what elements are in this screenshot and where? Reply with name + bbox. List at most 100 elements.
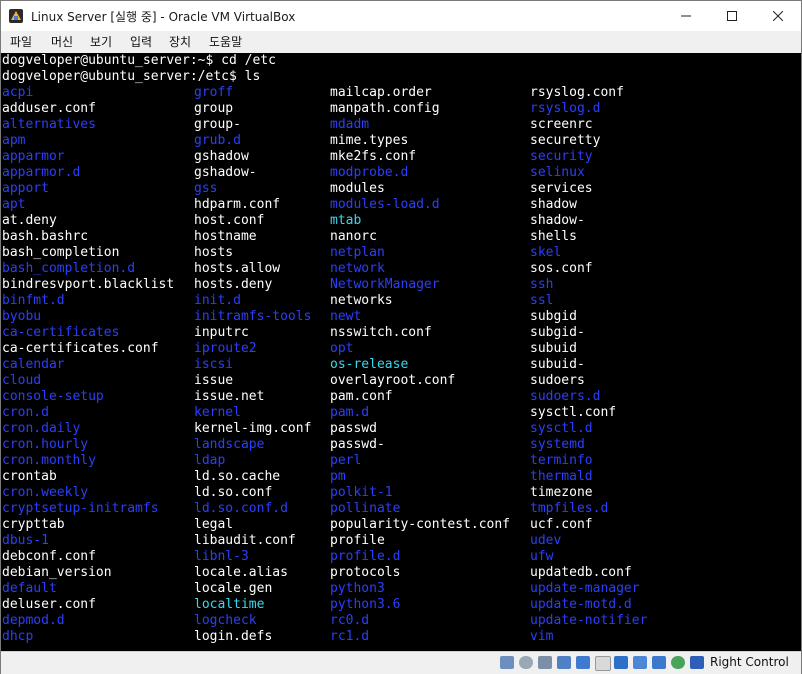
- ls-entry: grub.d: [194, 133, 241, 148]
- ls-entry: init.d: [194, 293, 241, 308]
- ls-entry: cron.d: [2, 405, 49, 420]
- network-icon[interactable]: [557, 656, 571, 669]
- ls-entry: kernel: [194, 405, 241, 420]
- ls-entry: dhcp: [2, 629, 34, 644]
- ls-entry: bash_completion: [2, 245, 120, 260]
- ls-entry: timezone: [530, 485, 593, 500]
- ls-entry: sos.conf: [530, 261, 593, 276]
- ls-entry: mtab: [330, 213, 362, 228]
- virtualbox-window: Linux Server [실행 중] - Oracle VM VirtualB…: [0, 0, 802, 674]
- ls-entry: subuid-: [530, 357, 585, 372]
- ls-entry: terminfo: [530, 453, 593, 468]
- ls-entry: logcheck: [194, 613, 257, 628]
- usb-icon[interactable]: [576, 656, 590, 669]
- ls-entry: modprobe.d: [330, 165, 409, 180]
- virtualization-icon[interactable]: [671, 656, 685, 669]
- ls-entry: vim: [530, 629, 554, 644]
- menu-devices[interactable]: 장치: [169, 33, 191, 50]
- ls-entry: modules: [330, 181, 385, 196]
- recording-icon[interactable]: [652, 656, 666, 669]
- ls-entry: NetworkManager: [330, 277, 440, 292]
- ls-entry: network: [330, 261, 385, 276]
- ls-entry: os-release: [330, 357, 409, 372]
- ls-entry: sudoers.d: [530, 389, 601, 404]
- ls-entry: default: [2, 581, 57, 596]
- ls-entry: apparmor.d: [2, 165, 81, 180]
- vm-console-screen[interactable]: dogveloper@ubuntu_server:~$ cd /etc dogv…: [1, 53, 801, 651]
- ls-entry: pm: [330, 469, 346, 484]
- close-button[interactable]: [755, 1, 801, 31]
- title-bar[interactable]: Linux Server [실행 중] - Oracle VM VirtualB…: [1, 1, 801, 31]
- ls-entry: debian_version: [2, 565, 112, 580]
- ls-entry: protocols: [330, 565, 401, 580]
- ls-entry: mke2fs.conf: [330, 149, 417, 164]
- ls-entry: subuid: [530, 341, 577, 356]
- ls-entry: cron.monthly: [2, 453, 96, 468]
- minimize-button[interactable]: [663, 1, 709, 31]
- hard-disk-icon[interactable]: [500, 656, 514, 669]
- ls-entry: libaudit.conf: [194, 533, 296, 548]
- optical-drive-icon[interactable]: [519, 656, 533, 669]
- mouse-integration-icon[interactable]: [690, 656, 704, 669]
- ls-entry: mailcap.order: [330, 85, 432, 100]
- ls-entry: pam.d: [330, 405, 370, 420]
- ls-entry: shadow: [530, 197, 577, 212]
- maximize-button[interactable]: [709, 1, 755, 31]
- ls-entry: python3: [330, 581, 385, 596]
- ls-entry: libnl-3: [194, 549, 249, 564]
- ls-entry: ucf.conf: [530, 517, 593, 532]
- ls-entry: tmpfiles.d: [530, 501, 609, 516]
- ls-entry: nsswitch.conf: [330, 325, 432, 340]
- ls-entry: skel: [530, 245, 562, 260]
- ls-entry: apt: [2, 197, 26, 212]
- ls-entry: apm: [2, 133, 26, 148]
- display-icon[interactable]: [614, 656, 628, 669]
- ls-entry: overlayroot.conf: [330, 373, 456, 388]
- menu-input[interactable]: 입력: [130, 33, 152, 50]
- ls-entry: thermald: [530, 469, 593, 484]
- ls-entry: rc1.d: [330, 629, 370, 644]
- ls-entry: udev: [530, 533, 562, 548]
- ls-entry: subgid: [530, 309, 577, 324]
- ls-entry: bindresvport.blacklist: [2, 277, 175, 292]
- ls-entry: sysctl.d: [530, 421, 593, 436]
- ls-entry: ssh: [530, 277, 554, 292]
- ls-entry: modules-load.d: [330, 197, 440, 212]
- ls-entry: update-motd.d: [530, 597, 632, 612]
- ls-entry: cryptsetup-initramfs: [2, 501, 159, 516]
- ls-entry: rsyslog.d: [530, 101, 601, 116]
- video-capture-icon[interactable]: [633, 656, 647, 669]
- ls-entry: sysctl.conf: [530, 405, 617, 420]
- ls-entry: sudoers: [530, 373, 585, 388]
- ls-entry: hosts.deny: [194, 277, 273, 292]
- ls-entry: passwd-: [330, 437, 385, 452]
- ls-entry: iscsi: [194, 357, 234, 372]
- ls-entry: acpi: [2, 85, 34, 100]
- ls-entry: polkit-1: [330, 485, 393, 500]
- ls-entry: gss: [194, 181, 218, 196]
- ls-entry: ld.so.conf: [194, 485, 273, 500]
- ls-entry: deluser.conf: [2, 597, 96, 612]
- ls-entry: alternatives: [2, 117, 96, 132]
- ls-entry: adduser.conf: [2, 101, 96, 116]
- shared-folders-icon[interactable]: [595, 656, 611, 671]
- ls-entry: cron.hourly: [2, 437, 89, 452]
- ls-entry: crontab: [2, 469, 57, 484]
- menu-file[interactable]: 파일: [10, 33, 32, 50]
- audio-icon[interactable]: [538, 656, 552, 669]
- ls-entry: rsyslog.conf: [530, 85, 624, 100]
- ls-entry: calendar: [2, 357, 65, 372]
- ls-entry: selinux: [530, 165, 585, 180]
- ls-entry: systemd: [530, 437, 585, 452]
- ls-entry: opt: [330, 341, 354, 356]
- ls-entry: binfmt.d: [2, 293, 65, 308]
- ls-entry: update-manager: [530, 581, 640, 596]
- menu-machine[interactable]: 머신: [51, 33, 73, 50]
- ls-entry: issue.net: [194, 389, 265, 404]
- menu-help[interactable]: 도움말: [209, 33, 242, 50]
- ls-entry: nanorc: [330, 229, 377, 244]
- menu-bar: 파일 머신 보기 입력 장치 도움말: [1, 31, 801, 52]
- menu-view[interactable]: 보기: [90, 33, 112, 50]
- ls-entry: profile: [330, 533, 385, 548]
- ls-entry: screenrc: [530, 117, 593, 132]
